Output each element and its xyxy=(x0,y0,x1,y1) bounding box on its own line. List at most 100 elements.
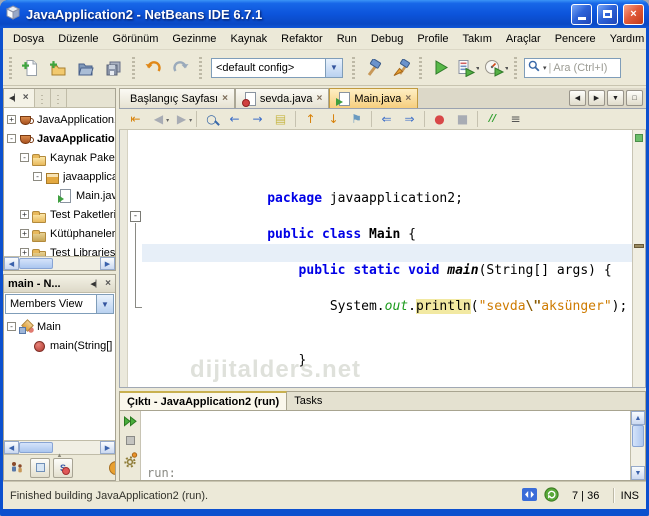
back-icon[interactable]: ◀ xyxy=(147,110,170,128)
title-bar[interactable]: JavaApplication2 - NetBeans IDE 6.7.1 × xyxy=(0,0,649,28)
menu-item[interactable]: Düzenle xyxy=(51,30,105,48)
forward-icon[interactable]: ▶ xyxy=(170,110,193,128)
toolbar-grip[interactable] xyxy=(514,56,517,79)
no-errors-indicator-icon[interactable] xyxy=(635,134,643,142)
stop-build-icon[interactable] xyxy=(122,433,139,448)
menu-item[interactable]: Profile xyxy=(410,30,455,48)
shift-right-icon[interactable]: ⇒ xyxy=(398,110,421,128)
menu-item[interactable]: Gezinme xyxy=(165,30,223,48)
fold-collapse-icon[interactable] xyxy=(130,211,141,222)
projects-tab[interactable]: ◀▏ × xyxy=(4,89,35,107)
close-tab-icon[interactable]: × xyxy=(317,93,323,104)
uncomment-icon[interactable]: ≡ xyxy=(504,110,527,128)
close-button[interactable]: × xyxy=(623,3,644,25)
code-text-area[interactable]: package javaapplication2; public class M… xyxy=(142,130,632,387)
editor-tab[interactable]: Başlangıç Sayfası × xyxy=(119,88,235,108)
shift-left-icon[interactable]: ⇐ xyxy=(375,110,398,128)
show-static-members-filter-icon[interactable]: S xyxy=(53,457,73,478)
scroll-tabs-left-icon[interactable]: ◀ xyxy=(569,90,586,106)
output-tab[interactable]: Tasks xyxy=(287,391,329,410)
services-tab[interactable] xyxy=(50,89,67,107)
toolbar-grip[interactable] xyxy=(419,56,422,79)
menu-item[interactable]: Run xyxy=(330,30,364,48)
tree-row[interactable]: - Main xyxy=(4,317,115,336)
menu-item[interactable]: Araçlar xyxy=(499,30,548,48)
filter-icon[interactable] xyxy=(109,460,115,475)
scroll-tabs-right-icon[interactable]: ▶ xyxy=(588,90,605,106)
tree-row[interactable]: - JavaApplication2 xyxy=(4,129,115,148)
close-tab-icon[interactable]: × xyxy=(222,93,228,104)
navigator-view-select[interactable]: Members View ▼ xyxy=(5,294,114,314)
tree-expander-icon[interactable]: + xyxy=(7,115,16,124)
tree-row[interactable]: - Kaynak Paketleri xyxy=(4,148,115,167)
config-select[interactable]: <default config> ▼ xyxy=(211,57,343,78)
update-center-icon[interactable] xyxy=(544,486,559,505)
comment-icon[interactable]: // xyxy=(481,110,504,128)
menu-item[interactable]: Refaktor xyxy=(274,30,330,48)
scrollbar-thumb[interactable] xyxy=(19,442,53,453)
close-panel-icon[interactable]: × xyxy=(105,278,111,289)
find-previous-occurrence-icon[interactable]: ← xyxy=(223,110,246,128)
tree-expander-icon[interactable]: - xyxy=(7,134,16,143)
debug-project-icon[interactable] xyxy=(455,55,481,81)
scroll-left-icon[interactable]: ◀ xyxy=(4,257,19,270)
tree-row[interactable]: - javaapplication2 xyxy=(4,167,115,186)
toolbar-grip[interactable] xyxy=(9,56,12,79)
menu-item[interactable]: Dosya xyxy=(6,30,51,48)
editor-tab[interactable]: sevda.java × xyxy=(234,88,330,108)
find-icon[interactable]: ○ xyxy=(200,110,223,128)
record-macro-icon[interactable]: ● xyxy=(428,110,451,128)
minimize-panel-icon[interactable]: ◀▏ xyxy=(9,94,20,102)
show-fields-filter-icon[interactable] xyxy=(30,457,50,478)
clean-build-project-icon[interactable] xyxy=(388,55,414,81)
tree-row[interactable]: + Test Libraries xyxy=(4,243,115,256)
tree-row[interactable]: + Kütüphaneler xyxy=(4,224,115,243)
toggle-bookmark-icon[interactable]: ⚑ xyxy=(345,110,368,128)
menu-item[interactable]: Pencere xyxy=(548,30,603,48)
save-all-icon[interactable] xyxy=(101,55,127,81)
menu-item[interactable]: Yardım xyxy=(603,30,646,48)
scroll-left-icon[interactable]: ◀ xyxy=(4,441,19,454)
chevron-down-icon[interactable]: ▼ xyxy=(325,58,342,77)
scrollbar-thumb[interactable] xyxy=(632,425,644,447)
inherited-members-filter-icon[interactable] xyxy=(7,458,27,478)
search-input[interactable]: ▾ | Ara (Ctrl+I) xyxy=(524,57,621,78)
toolbar-grip[interactable] xyxy=(132,56,135,79)
toolbar-grip[interactable] xyxy=(352,56,355,79)
tree-row[interactable]: + JavaApplication1 xyxy=(4,110,115,129)
scroll-up-icon[interactable]: ▲ xyxy=(631,411,645,425)
previous-bookmark-icon[interactable]: ↑ xyxy=(299,110,322,128)
minimize-panel-icon[interactable]: ◀▏ xyxy=(90,280,101,288)
scrollbar-thumb[interactable] xyxy=(19,258,53,269)
minimize-button[interactable] xyxy=(571,3,592,25)
document-list-icon[interactable]: ▼ xyxy=(607,90,624,106)
run-project-icon[interactable] xyxy=(427,55,453,81)
sync-indicator-icon[interactable] xyxy=(521,487,537,504)
tree-row[interactable]: Main.java xyxy=(4,186,115,205)
code-editor[interactable]: package javaapplication2; xyxy=(119,130,646,388)
menu-item[interactable]: Görünüm xyxy=(106,30,166,48)
profile-project-icon[interactable] xyxy=(483,55,509,81)
close-panel-icon[interactable]: × xyxy=(23,93,29,103)
search-scope-chevron-icon[interactable]: ▾ xyxy=(543,64,547,72)
tree-expander-icon[interactable]: + xyxy=(20,210,29,219)
rerun-icon[interactable] xyxy=(122,414,139,429)
redo-icon[interactable] xyxy=(168,55,194,81)
tree-expander-icon[interactable]: - xyxy=(20,153,29,162)
new-file-icon[interactable] xyxy=(17,55,43,81)
menu-item[interactable]: Debug xyxy=(364,30,410,48)
error-stripe[interactable] xyxy=(632,130,645,387)
tree-expander-icon[interactable]: - xyxy=(7,322,16,331)
files-tab[interactable] xyxy=(34,89,51,107)
build-project-icon[interactable] xyxy=(360,55,386,81)
find-next-occurrence-icon[interactable]: → xyxy=(246,110,269,128)
close-tab-icon[interactable]: × xyxy=(405,93,411,104)
tree-row[interactable]: + Test Paketleri xyxy=(4,205,115,224)
scroll-right-icon[interactable]: ▶ xyxy=(100,257,115,270)
menu-item[interactable]: Kaynak xyxy=(223,30,274,48)
open-project-icon[interactable] xyxy=(73,55,99,81)
next-bookmark-icon[interactable]: ↓ xyxy=(322,110,345,128)
undo-icon[interactable] xyxy=(140,55,166,81)
toggle-highlight-icon[interactable]: ▤ xyxy=(269,110,292,128)
chevron-down-icon[interactable]: ▼ xyxy=(96,295,113,313)
